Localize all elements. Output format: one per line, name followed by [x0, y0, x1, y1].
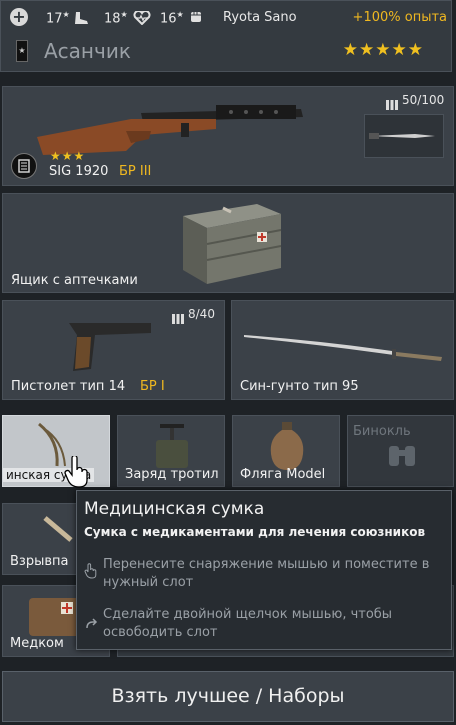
primary-weapon-slot[interactable]: ★★★ SIG 1920 БР III 50/100 [2, 86, 454, 186]
slot-label: Фляга Model [240, 467, 326, 482]
slot-label: Бинокль [353, 424, 411, 439]
pistol-image [65, 317, 155, 373]
add-circle-icon[interactable]: + [10, 8, 28, 26]
pistol-slot[interactable]: 8/40 Пистолет тип 14 БР I [2, 300, 225, 400]
soldier-header: + 17★ 18★ 16★ Ryota Sano +100% опыта ★ А… [0, 0, 452, 72]
ammo-icon [385, 95, 399, 110]
weapon-info-icon[interactable] [11, 153, 37, 179]
hand-cursor-icon [63, 454, 91, 488]
slot-label: Медком [10, 636, 64, 651]
bayonet-icon [369, 133, 435, 139]
medkit-crate-image [177, 198, 287, 288]
tooltip-hint-doubleclick: Сделайте двойной щелчок мышью, чтобы осв… [103, 607, 393, 640]
arrow-return-icon [84, 616, 98, 630]
explosive-pack-image [41, 510, 81, 550]
equipment-label: Ящик с аптечками [11, 273, 138, 288]
exp-bonus: +100% опыта [352, 10, 447, 25]
slot-binoculars[interactable]: Бинокль [347, 415, 454, 487]
hand-icon [84, 563, 98, 579]
bayonet-slot[interactable] [364, 114, 444, 158]
boot-icon [73, 10, 89, 24]
slot-label: Заряд тротил [125, 467, 219, 482]
slot-tnt-charge[interactable]: Заряд тротил [117, 415, 225, 487]
player-name: Ryota Sano [223, 10, 297, 25]
ammo-icon [171, 309, 185, 324]
rating-stars: ★★★★★ [342, 40, 424, 60]
fist-icon [188, 9, 204, 25]
item-tooltip: Медицинская сумка Сумка с медикаментами … [76, 490, 452, 650]
stat-3: 16★ [160, 10, 184, 27]
katana-image [242, 327, 447, 363]
weapon-name: SIG 1920 [49, 164, 109, 179]
melee-name: Син-гунто тип 95 [240, 379, 359, 394]
pistol-ammo: 8/40 [188, 307, 215, 321]
equipment-slot[interactable]: Ящик с аптечками [2, 193, 454, 293]
heart-pulse-icon [133, 10, 151, 26]
tnt-charge-image [152, 422, 192, 470]
weapon-stars: ★★★ [50, 149, 86, 163]
tooltip-subtitle: Сумка с медикаментами для лечения союзни… [84, 525, 426, 539]
slot-canteen[interactable]: Фляга Model [232, 415, 340, 487]
stat-2: 18★ [104, 10, 128, 27]
ammo-count: 50/100 [402, 93, 445, 107]
squad-name[interactable]: Асанчик [44, 39, 131, 63]
pistol-tier: БР I [140, 379, 165, 394]
slot-medical-bag[interactable]: инская сумка [2, 415, 110, 488]
take-best-loadouts-button[interactable]: Взять лучшее / Наборы [2, 671, 454, 722]
tooltip-title: Медицинская сумка [84, 499, 265, 519]
melee-slot[interactable]: Син-гунто тип 95 [231, 300, 454, 400]
stat-1: 17★ [46, 10, 70, 27]
rank-icon: ★ [16, 40, 28, 62]
binoculars-icon [386, 442, 418, 468]
weapon-tier: БР III [119, 164, 152, 179]
pistol-name: Пистолет тип 14 [11, 379, 126, 394]
slot-label: Взрывпа [10, 554, 69, 569]
tooltip-hint-drag: Перенесите снаряжение мышью и поместите … [103, 557, 430, 590]
canteen-image [267, 420, 307, 472]
